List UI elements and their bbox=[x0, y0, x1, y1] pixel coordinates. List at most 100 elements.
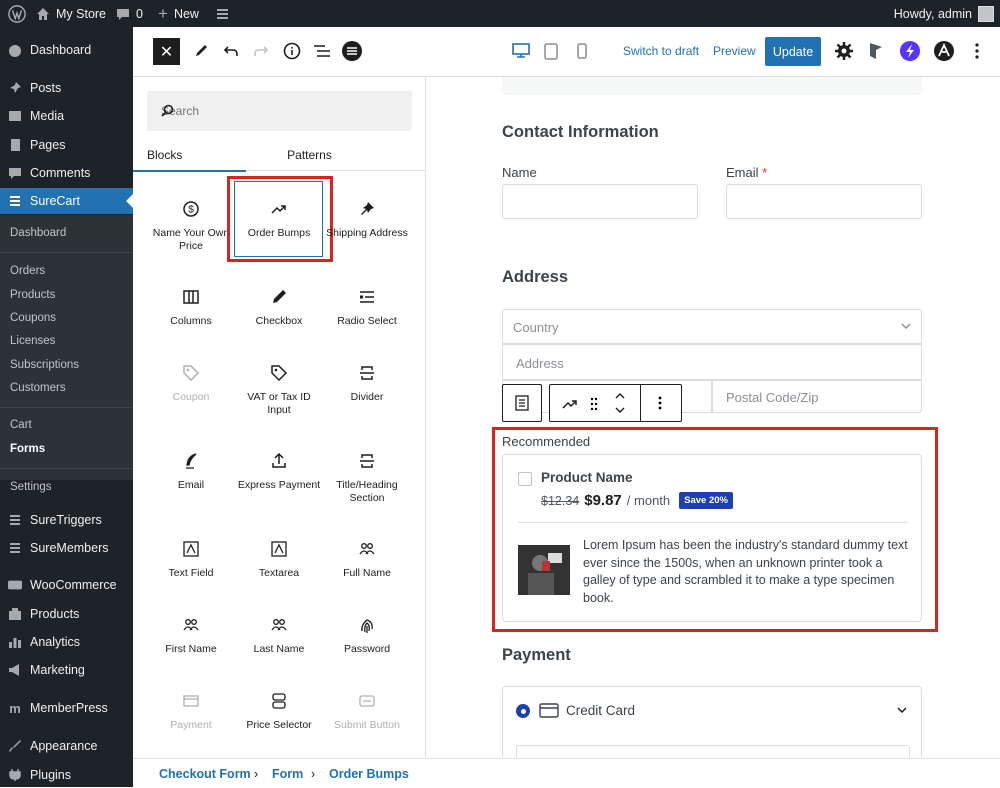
comments-link[interactable]: 0 bbox=[116, 0, 143, 27]
menu-item-comments[interactable]: Comments bbox=[0, 160, 133, 186]
name-field[interactable] bbox=[502, 184, 698, 219]
payment-heading: Payment bbox=[502, 646, 571, 664]
undo-icon[interactable] bbox=[217, 37, 245, 65]
credit-card-icon bbox=[181, 691, 201, 711]
block-text-field[interactable]: Text Field bbox=[147, 539, 235, 580]
menu-item-memberpress[interactable]: m MemberPress bbox=[0, 695, 133, 721]
menu-item-products[interactable]: Products bbox=[0, 601, 133, 627]
menu-item-woocommerce[interactable]: WooCommerce bbox=[0, 572, 133, 598]
block-coupon[interactable]: Coupon bbox=[147, 363, 235, 404]
surecart-logo-icon[interactable] bbox=[338, 37, 366, 65]
order-bump-card[interactable]: Product Name $12.34 $9.87 / month Save 2… bbox=[502, 454, 922, 622]
redo-icon[interactable] bbox=[247, 37, 275, 65]
menu-item-plugins[interactable]: Plugins bbox=[0, 762, 133, 788]
menu-item-appearance[interactable]: Appearance bbox=[0, 733, 133, 759]
update-button[interactable]: Update bbox=[765, 37, 821, 66]
menu-item-media[interactable]: Media bbox=[0, 103, 133, 129]
surecart-bar-icon[interactable] bbox=[215, 0, 230, 27]
account-menu[interactable]: Howdy, admin bbox=[894, 0, 994, 27]
spectra-icon[interactable] bbox=[896, 37, 924, 65]
submenu-subscriptions[interactable]: Subscriptions bbox=[10, 359, 79, 371]
block-divider[interactable]: Divider bbox=[323, 363, 411, 404]
list-view-icon[interactable] bbox=[308, 37, 336, 65]
breadcrumb-order-bumps[interactable]: Order Bumps bbox=[329, 767, 409, 781]
site-name-link[interactable]: My Store bbox=[36, 0, 106, 27]
menu-item-pages[interactable]: Pages bbox=[0, 132, 133, 158]
drag-handle-icon[interactable] bbox=[590, 397, 598, 411]
submenu-dashboard[interactable]: Dashboard bbox=[10, 227, 66, 239]
columns-icon bbox=[181, 287, 201, 307]
block-textarea[interactable]: Textarea bbox=[235, 539, 323, 580]
block-radio-select[interactable]: Radio Select bbox=[323, 287, 411, 328]
menu-item-dashboard[interactable]: Dashboard bbox=[0, 37, 133, 63]
settings-gear-icon[interactable] bbox=[830, 37, 858, 65]
email-field[interactable] bbox=[726, 184, 922, 219]
close-inserter-button[interactable]: ✕ bbox=[153, 38, 180, 65]
submenu-settings[interactable]: Settings bbox=[10, 481, 52, 493]
card-number-field[interactable] bbox=[516, 745, 910, 757]
divider-icon bbox=[357, 363, 377, 383]
block-submit-button[interactable]: Submit Button bbox=[323, 691, 411, 732]
postal-code-field[interactable]: Postal Code/Zip bbox=[712, 380, 922, 413]
info-icon[interactable] bbox=[278, 37, 306, 65]
submenu-orders[interactable]: Orders bbox=[10, 265, 45, 277]
divider bbox=[0, 252, 133, 253]
submenu-customers[interactable]: Customers bbox=[10, 382, 66, 394]
more-options-icon[interactable] bbox=[963, 37, 991, 65]
menu-item-marketing[interactable]: Marketing bbox=[0, 657, 133, 683]
menu-item-analytics[interactable]: Analytics bbox=[0, 629, 133, 655]
flag-plugin-icon[interactable] bbox=[862, 37, 890, 65]
parent-block-button[interactable] bbox=[502, 384, 542, 422]
tab-patterns[interactable]: Patterns bbox=[246, 139, 373, 171]
block-options-icon[interactable] bbox=[658, 396, 662, 410]
block-search-input[interactable]: Search bbox=[147, 91, 412, 131]
block-express-payment[interactable]: Express Payment bbox=[235, 451, 323, 492]
breadcrumb-checkout-form[interactable]: Checkout Form bbox=[159, 767, 251, 781]
block-email[interactable]: Email bbox=[147, 451, 235, 492]
preview-button[interactable]: Preview bbox=[713, 44, 756, 58]
country-select[interactable]: Country bbox=[502, 309, 922, 344]
block-vat-tax-id[interactable]: VAT or Tax ID Input bbox=[235, 363, 323, 416]
submenu-coupons[interactable]: Coupons bbox=[10, 312, 56, 324]
block-title-heading[interactable]: Title/Heading Section bbox=[323, 451, 411, 504]
block-columns[interactable]: Columns bbox=[147, 287, 235, 328]
block-last-name[interactable]: Last Name bbox=[235, 615, 323, 656]
switch-to-draft-button[interactable]: Switch to draft bbox=[623, 44, 699, 58]
submenu-forms[interactable]: Forms bbox=[10, 443, 45, 455]
submenu-cart[interactable]: Cart bbox=[10, 419, 32, 431]
block-checkbox[interactable]: Checkbox bbox=[235, 287, 323, 328]
edit-pencil-icon[interactable] bbox=[187, 37, 215, 65]
astra-icon[interactable] bbox=[930, 37, 958, 65]
order-bump-checkbox[interactable] bbox=[518, 472, 532, 486]
move-up-down-icon[interactable] bbox=[614, 391, 626, 415]
menu-item-surecart[interactable]: SureCart bbox=[0, 188, 133, 214]
wordpress-logo-icon[interactable] bbox=[8, 0, 26, 27]
surecart-icon bbox=[8, 194, 22, 208]
menu-item-suremembers[interactable]: SureMembers bbox=[0, 535, 133, 561]
block-label: Text Field bbox=[168, 567, 214, 579]
block-password[interactable]: Password bbox=[323, 615, 411, 656]
mobile-preview-icon[interactable] bbox=[568, 37, 596, 65]
chevron-down-icon[interactable] bbox=[897, 707, 907, 713]
tab-blocks[interactable]: Blocks bbox=[133, 139, 246, 172]
trending-up-icon[interactable] bbox=[562, 398, 578, 410]
desktop-preview-icon[interactable] bbox=[507, 37, 535, 65]
block-payment[interactable]: Payment bbox=[147, 691, 235, 732]
submenu-products[interactable]: Products bbox=[10, 289, 55, 301]
block-full-name[interactable]: Full Name bbox=[323, 539, 411, 580]
block-price-selector[interactable]: Price Selector bbox=[235, 691, 323, 732]
submenu-licenses[interactable]: Licenses bbox=[10, 335, 55, 347]
block-order-bumps[interactable]: Order Bumps bbox=[235, 199, 323, 240]
payment-radio-selected[interactable] bbox=[516, 704, 530, 718]
menu-item-posts[interactable]: Posts bbox=[0, 75, 133, 101]
payment-method-label: Credit Card bbox=[566, 703, 636, 718]
address-field[interactable]: Address bbox=[502, 344, 922, 380]
block-first-name[interactable]: First Name bbox=[147, 615, 235, 656]
tablet-preview-icon[interactable] bbox=[537, 37, 565, 65]
menu-item-suretriggers[interactable]: SureTriggers bbox=[0, 507, 133, 533]
payment-method-card[interactable]: Credit Card bbox=[502, 686, 922, 757]
block-name-your-own-price[interactable]: $ Name Your Own Price bbox=[147, 199, 235, 252]
new-content-link[interactable]: + New bbox=[158, 0, 199, 27]
block-shipping-address[interactable]: Shipping Address bbox=[323, 199, 411, 240]
breadcrumb-form[interactable]: Form bbox=[272, 767, 303, 781]
